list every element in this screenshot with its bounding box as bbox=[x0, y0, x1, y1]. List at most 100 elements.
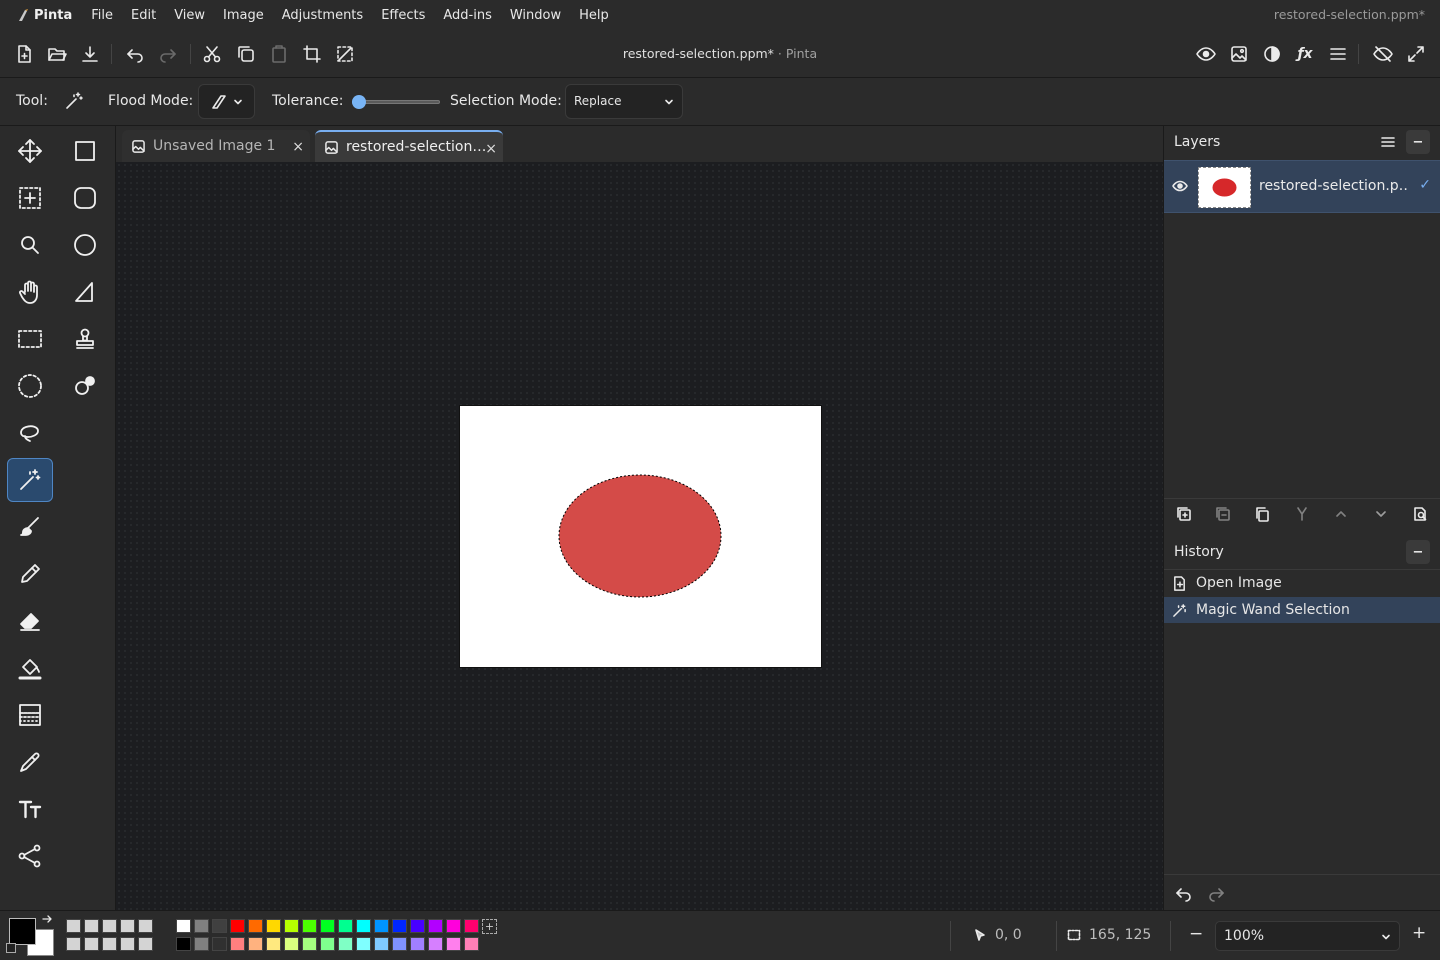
layer-properties-icon[interactable] bbox=[1408, 502, 1432, 526]
new-image-icon[interactable] bbox=[12, 42, 36, 66]
rectangle-select-tool-icon[interactable] bbox=[7, 317, 53, 361]
recent-color-slot[interactable] bbox=[66, 919, 81, 933]
fullscreen-icon[interactable] bbox=[1404, 42, 1428, 66]
palette-swatch[interactable] bbox=[446, 937, 461, 951]
rounded-rectangle-tool-icon[interactable] bbox=[62, 176, 108, 220]
palette-swatch[interactable] bbox=[302, 919, 317, 933]
undo-icon[interactable] bbox=[123, 42, 147, 66]
recent-color-slot[interactable] bbox=[66, 937, 81, 951]
palette-swatch[interactable] bbox=[428, 919, 443, 933]
app-menu[interactable]: Pinta bbox=[0, 8, 72, 23]
freeform-shape-tool-icon[interactable] bbox=[62, 270, 108, 314]
palette-swatch[interactable] bbox=[356, 919, 371, 933]
recent-color-slot[interactable] bbox=[102, 937, 117, 951]
image-canvas[interactable] bbox=[460, 406, 821, 667]
menu-window[interactable]: Window bbox=[501, 8, 570, 23]
palette-swatch[interactable] bbox=[212, 937, 227, 951]
magic-wand-tool-icon[interactable] bbox=[7, 458, 53, 502]
palette-swatch[interactable] bbox=[248, 919, 263, 933]
layers-collapse-button[interactable]: − bbox=[1406, 130, 1430, 154]
lasso-select-tool-icon[interactable] bbox=[7, 411, 53, 455]
palette-swatch[interactable] bbox=[320, 937, 335, 951]
palette-swatch[interactable] bbox=[230, 937, 245, 951]
line-curve-tool-icon[interactable] bbox=[7, 834, 53, 878]
deselect-icon[interactable] bbox=[333, 42, 357, 66]
palette-swatch[interactable] bbox=[266, 919, 281, 933]
tab-unsaved-image[interactable]: Unsaved Image 1 × bbox=[122, 130, 310, 162]
history-redo-icon[interactable] bbox=[1204, 881, 1228, 905]
recolor-tool-icon[interactable] bbox=[62, 364, 108, 408]
palette-swatch[interactable] bbox=[446, 919, 461, 933]
recent-color-slot[interactable] bbox=[84, 937, 99, 951]
recent-color-slot[interactable] bbox=[120, 919, 135, 933]
zoom-out-button[interactable]: − bbox=[1189, 924, 1203, 944]
delete-layer-icon[interactable] bbox=[1211, 502, 1235, 526]
swap-colors-icon[interactable] bbox=[40, 914, 54, 928]
zoom-dropdown[interactable]: 100% bbox=[1215, 921, 1400, 951]
palette-swatch[interactable] bbox=[410, 937, 425, 951]
history-collapse-button[interactable]: − bbox=[1406, 540, 1430, 564]
palette-swatch[interactable] bbox=[266, 937, 281, 951]
paintbrush-tool-icon[interactable] bbox=[7, 505, 53, 549]
open-icon[interactable] bbox=[45, 42, 69, 66]
pan-tool-icon[interactable] bbox=[7, 270, 53, 314]
palette-swatch[interactable] bbox=[392, 919, 407, 933]
tab-restored-selection[interactable]: restored-selection… × bbox=[315, 130, 503, 162]
crop-icon[interactable] bbox=[300, 42, 324, 66]
tab-close-button[interactable]: × bbox=[485, 141, 497, 157]
hide-icon[interactable] bbox=[1371, 42, 1395, 66]
reset-colors-icon[interactable] bbox=[6, 943, 16, 953]
image-icon[interactable] bbox=[1227, 42, 1251, 66]
layers-menu-icon[interactable] bbox=[1376, 130, 1400, 154]
primary-color-swatch[interactable] bbox=[9, 918, 36, 945]
flood-mode-dropdown[interactable] bbox=[198, 84, 255, 119]
merge-layer-down-icon[interactable] bbox=[1290, 502, 1314, 526]
eraser-tool-icon[interactable] bbox=[7, 599, 53, 643]
gradient-tool-icon[interactable] bbox=[7, 693, 53, 737]
recent-color-slot[interactable] bbox=[120, 937, 135, 951]
menu-effects[interactable]: Effects bbox=[372, 8, 434, 23]
tolerance-slider-knob[interactable] bbox=[352, 95, 366, 109]
rectangle-tool-icon[interactable] bbox=[62, 129, 108, 173]
add-layer-icon[interactable] bbox=[1172, 502, 1196, 526]
menu-view[interactable]: View bbox=[165, 8, 214, 23]
history-item[interactable]: Open Image bbox=[1164, 570, 1440, 596]
palette-swatch[interactable] bbox=[284, 937, 299, 951]
menu-addins[interactable]: Add-ins bbox=[434, 8, 500, 23]
zoom-in-button[interactable]: + bbox=[1412, 923, 1426, 943]
palette-swatch[interactable] bbox=[176, 919, 191, 933]
tab-close-button[interactable]: × bbox=[292, 139, 304, 155]
copy-icon[interactable] bbox=[234, 42, 258, 66]
palette-swatch[interactable] bbox=[194, 937, 209, 951]
move-selected-tool-icon[interactable] bbox=[7, 129, 53, 173]
palette-swatch[interactable] bbox=[356, 937, 371, 951]
palette-swatch[interactable] bbox=[338, 937, 353, 951]
canvas-workspace[interactable] bbox=[116, 162, 1163, 910]
recent-color-slot[interactable] bbox=[138, 937, 153, 951]
history-undo-icon[interactable] bbox=[1172, 881, 1196, 905]
clone-stamp-tool-icon[interactable] bbox=[62, 317, 108, 361]
paste-icon[interactable] bbox=[267, 42, 291, 66]
palette-swatch[interactable] bbox=[392, 937, 407, 951]
effects-icon[interactable]: ƒx bbox=[1293, 42, 1317, 66]
palette-swatch[interactable] bbox=[464, 937, 479, 951]
palette-swatch[interactable] bbox=[212, 919, 227, 933]
menu-adjustments[interactable]: Adjustments bbox=[273, 8, 372, 23]
palette-swatch[interactable] bbox=[428, 937, 443, 951]
palette-swatch[interactable] bbox=[176, 937, 191, 951]
menu-file[interactable]: File bbox=[82, 8, 122, 23]
zoom-tool-icon[interactable] bbox=[7, 223, 53, 267]
ellipse-tool-icon[interactable] bbox=[62, 223, 108, 267]
move-selection-tool-icon[interactable] bbox=[7, 176, 53, 220]
palette-swatch[interactable] bbox=[302, 937, 317, 951]
palette-swatch[interactable] bbox=[194, 919, 209, 933]
duplicate-layer-icon[interactable] bbox=[1250, 502, 1274, 526]
palette-swatch[interactable] bbox=[464, 919, 479, 933]
move-layer-up-icon[interactable] bbox=[1329, 502, 1353, 526]
menu-icon[interactable] bbox=[1326, 42, 1350, 66]
visibility-eye-icon[interactable] bbox=[1172, 178, 1188, 194]
palette-swatch[interactable] bbox=[284, 919, 299, 933]
pencil-tool-icon[interactable] bbox=[7, 552, 53, 596]
layer-checkmark-icon[interactable]: ✓ bbox=[1419, 177, 1431, 193]
palette-swatch[interactable] bbox=[230, 919, 245, 933]
